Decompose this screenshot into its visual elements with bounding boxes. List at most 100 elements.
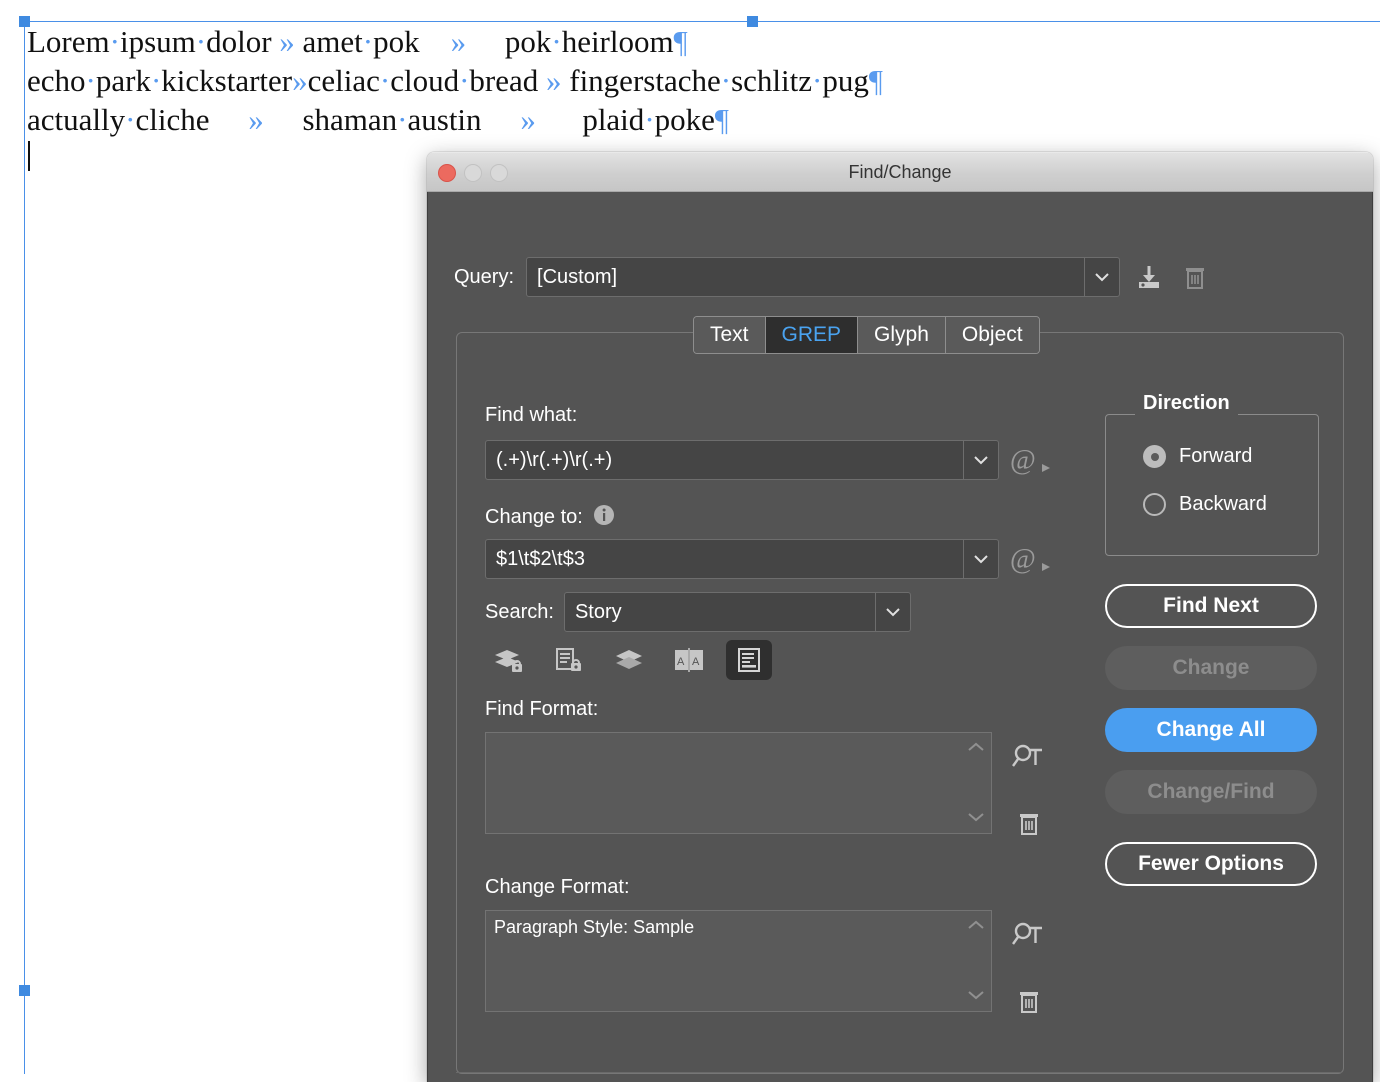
space-marker: · (196, 24, 206, 59)
pilcrow-marker: ¶ (674, 24, 688, 59)
delete-query-icon[interactable] (1178, 260, 1212, 294)
text-run: Lorem (27, 24, 110, 59)
text-run: celiac (308, 63, 380, 98)
text-frame-left-edge (24, 21, 25, 1074)
text-run: shaman (302, 102, 397, 137)
document-line-3: actually·cliche » shaman·austin » plaid·… (27, 100, 1027, 139)
text-run (420, 24, 451, 59)
include-locked-stories-icon[interactable] (546, 640, 592, 680)
tab-marker: » (292, 63, 308, 98)
find-format-box[interactable] (485, 732, 992, 834)
space-marker: · (380, 63, 390, 98)
query-select[interactable]: [Custom] (526, 257, 1120, 297)
space-marker: · (721, 63, 731, 98)
include-locked-layers-icon[interactable] (486, 640, 532, 680)
query-label: Query: (454, 266, 514, 289)
tab-grep[interactable]: GREP (766, 317, 859, 353)
scroll-down-icon[interactable] (967, 809, 985, 827)
chevron-down-icon[interactable] (1084, 258, 1119, 296)
svg-text:@: @ (1010, 445, 1036, 476)
radio-forward[interactable] (1143, 445, 1166, 468)
chevron-down-icon[interactable] (963, 540, 998, 578)
direction-forward-label: Forward (1179, 445, 1252, 468)
text-run: bread (469, 63, 538, 98)
save-query-icon[interactable] (1132, 260, 1166, 294)
text-run (295, 24, 303, 59)
scroll-up-icon[interactable] (967, 917, 985, 935)
tab-glyph[interactable]: Glyph (858, 317, 946, 353)
specify-find-format-icon[interactable] (1006, 732, 1052, 782)
scroll-down-icon[interactable] (967, 987, 985, 1005)
space-marker: · (125, 102, 135, 137)
text-run: actually (27, 102, 125, 137)
tab-marker: » (546, 63, 562, 98)
document-line-2: echo·park·kickstarter»celiac·cloud·bread… (27, 61, 1027, 100)
text-run (209, 102, 248, 137)
tab-marker: » (248, 102, 264, 137)
space-marker: · (151, 63, 161, 98)
text-run: park (96, 63, 151, 98)
text-run (536, 102, 583, 137)
document-line-1: Lorem·ipsum·dolor » amet·pok » pok·heirl… (27, 22, 1027, 61)
screen: Lorem·ipsum·dolor » amet·pok » pok·heirl… (0, 0, 1380, 1074)
find-format-actions (1006, 732, 1052, 848)
change-format-label: Change Format: (485, 876, 630, 899)
chevron-down-icon[interactable] (875, 593, 910, 631)
include-hidden-layers-icon[interactable] (606, 640, 652, 680)
dialog-body: Query: [Custom] (427, 192, 1373, 1082)
search-label: Search: (485, 601, 554, 624)
find-what-label: Find what: (485, 404, 577, 427)
text-run: echo (27, 63, 86, 98)
search-scope-toggles: A A (486, 640, 772, 680)
dialog-titlebar[interactable]: Find/Change (427, 152, 1373, 192)
text-run: cliche (135, 102, 209, 137)
text-run: heirloom (562, 24, 674, 59)
text-run: amet (303, 24, 363, 59)
text-run: pok (505, 24, 552, 59)
direction-group (1105, 414, 1319, 556)
tab-object[interactable]: Object (946, 317, 1039, 353)
include-footnotes-icon[interactable] (726, 640, 772, 680)
text-run: pug (822, 63, 869, 98)
change-to-label: Change to: (485, 506, 583, 529)
find-next-button[interactable]: Find Next (1105, 584, 1317, 628)
text-run: ipsum (120, 24, 196, 59)
chevron-down-icon[interactable] (963, 441, 998, 479)
text-run: kickstarter (161, 63, 292, 98)
radio-backward[interactable] (1143, 493, 1166, 516)
tab-marker: » (451, 24, 467, 59)
space-marker: · (551, 24, 561, 59)
direction-backward-option[interactable]: Backward (1143, 493, 1267, 516)
direction-backward-label: Backward (1179, 493, 1267, 516)
change-to-input[interactable]: $1\t$2\t$3 (485, 539, 999, 579)
find-what-special-chars-icon[interactable]: @ (1010, 442, 1054, 483)
scroll-up-icon[interactable] (967, 739, 985, 757)
specify-change-format-icon[interactable] (1006, 910, 1052, 960)
tab-text[interactable]: Text (694, 317, 766, 353)
search-scope-value: Story (565, 601, 632, 624)
find-what-input[interactable]: (.+)\r(.+)\r(.+) (485, 440, 999, 480)
info-icon[interactable] (592, 503, 616, 532)
change-to-label-row: Change to: (485, 503, 616, 532)
text-run: fingerstache (569, 63, 720, 98)
space-marker: · (812, 63, 822, 98)
text-run: cloud (390, 63, 459, 98)
change-all-button[interactable]: Change All (1105, 708, 1317, 752)
include-master-pages-icon[interactable]: A A (666, 640, 712, 680)
direction-forward-option[interactable]: Forward (1143, 445, 1252, 468)
clear-find-format-icon[interactable] (1006, 798, 1052, 848)
text-run: dolor (206, 24, 271, 59)
frame-handle-bottom-left[interactable] (19, 985, 30, 996)
fewer-options-button[interactable]: Fewer Options (1105, 842, 1317, 886)
change-format-box[interactable]: Paragraph Style: Sample (485, 910, 992, 1012)
space-marker: · (86, 63, 96, 98)
clear-change-format-icon[interactable] (1006, 976, 1052, 1026)
space-marker: · (397, 102, 407, 137)
search-scope-select[interactable]: Story (564, 592, 911, 632)
document-text[interactable]: Lorem·ipsum·dolor » amet·pok » pok·heirl… (27, 22, 1027, 139)
search-scope-row: Search: Story (485, 592, 911, 632)
svg-text:A: A (677, 656, 685, 668)
text-run (538, 63, 546, 98)
change-to-value: $1\t$2\t$3 (486, 548, 595, 571)
change-to-special-chars-icon[interactable]: @ (1010, 541, 1054, 582)
